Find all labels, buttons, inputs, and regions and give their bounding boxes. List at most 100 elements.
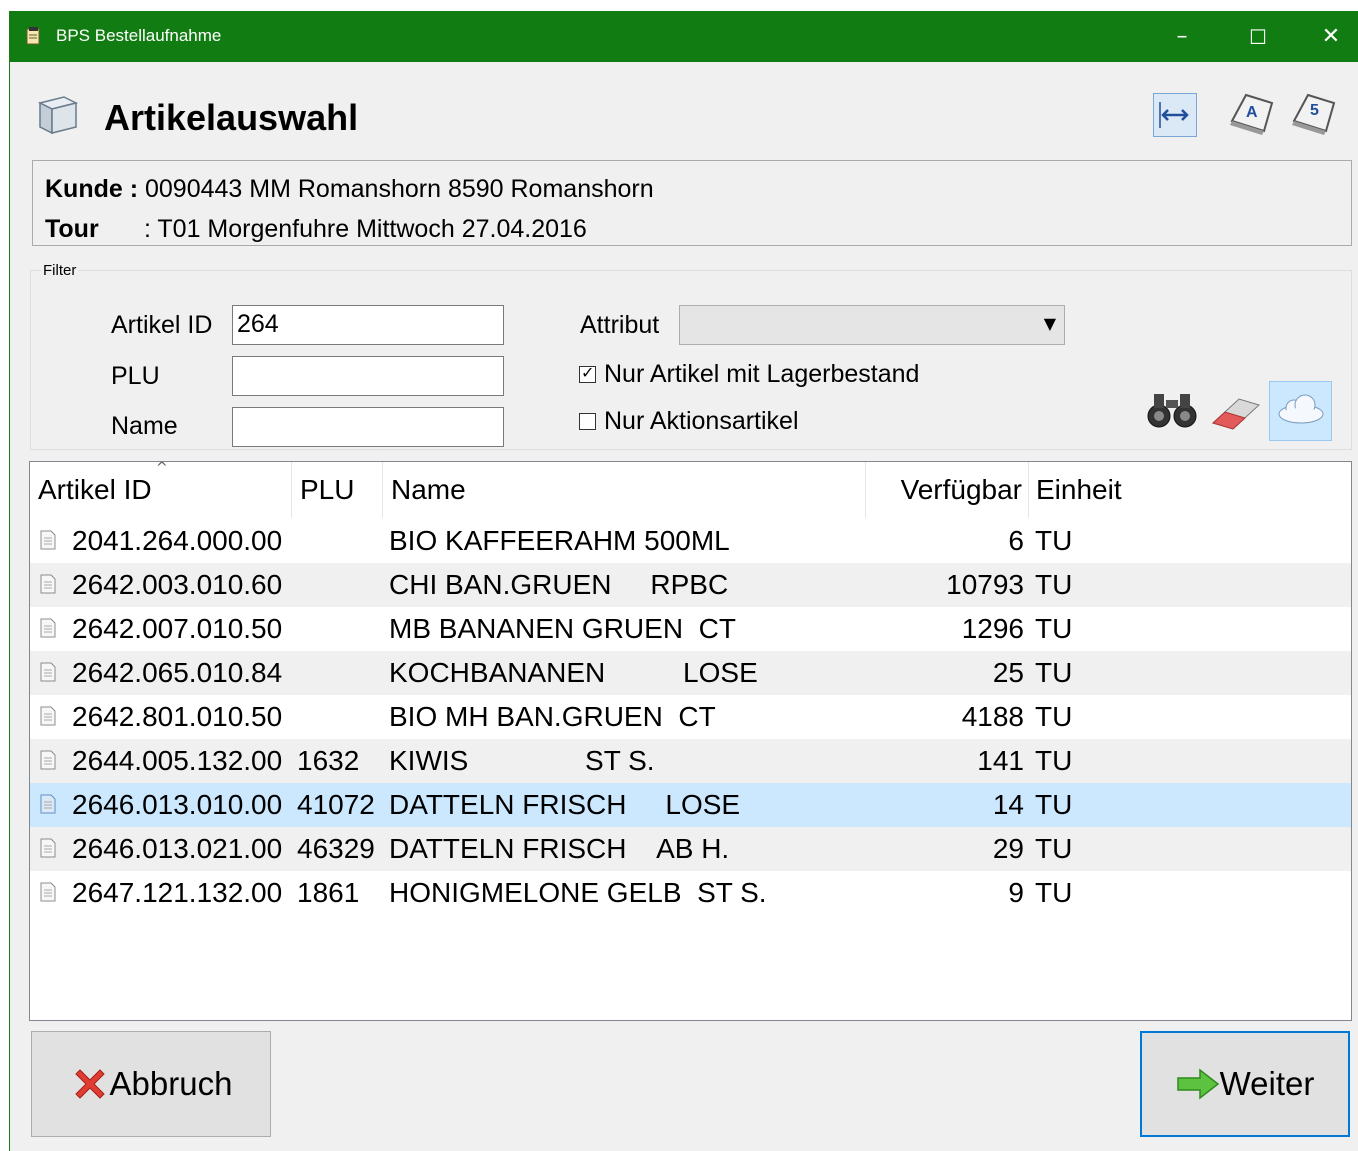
aktion-checkbox-label: Nur Aktionsartikel (604, 407, 799, 435)
name-input[interactable] (232, 407, 504, 447)
aktion-checkbox[interactable]: Nur Aktionsartikel (579, 407, 799, 436)
document-icon (40, 838, 56, 858)
arrows-horizontal-icon (1159, 102, 1189, 128)
cell-verfuegbar: 6 (1008, 525, 1024, 556)
maximize-button[interactable]: ☐ (1223, 11, 1293, 62)
filter-group: Filter Artikel ID 264 PLU Name Attribut … (30, 262, 1352, 450)
document-icon (40, 794, 56, 814)
customer-info-panel: Kunde : 0090443 MM Romanshorn 8590 Roman… (32, 160, 1352, 246)
plu-input[interactable] (232, 356, 504, 396)
eraser-icon[interactable] (1209, 391, 1263, 431)
cell-verfuegbar: 14 (992, 789, 1024, 820)
cell-verfuegbar: 4188 (961, 701, 1024, 732)
binoculars-icon[interactable] (1145, 386, 1199, 430)
close-button[interactable]: ✕ (1296, 11, 1358, 62)
cell-artikel-id: 2646.013.010.00 (72, 789, 283, 820)
cell-verfuegbar: 1296 (961, 613, 1024, 644)
document-icon (40, 882, 56, 902)
cell-name: BIO KAFFEERAHM 500ML (389, 525, 730, 556)
cell-name: BIO MH BAN.GRUEN CT (389, 701, 716, 732)
attribut-select[interactable]: ▼ (679, 305, 1065, 345)
filter-legend: Filter (41, 262, 79, 279)
chevron-down-icon: ▼ (1043, 314, 1056, 333)
window-title: BPS Bestellaufnahme (56, 26, 222, 45)
cell-einheit: TU (1035, 657, 1073, 688)
cancel-button[interactable]: Abbruch (31, 1031, 271, 1137)
aktion-checkbox-box[interactable] (579, 413, 596, 430)
cell-artikel-id: 2642.003.010.60 (72, 569, 283, 600)
tour-value: : T01 Morgenfuhre Mittwoch 27.04.2016 (143, 215, 587, 243)
cell-plu: 1632 (297, 745, 360, 776)
cell-artikel-id: 2642.007.010.50 (72, 613, 283, 644)
table-row[interactable]: 2041.264.000.00 BIO KAFFEERAHM 500ML 6 TU (30, 519, 1351, 563)
cell-artikel-id: 2646.013.021.00 (72, 833, 283, 864)
red-x-icon (74, 1069, 105, 1099)
cell-name: KIWIS ST S. (389, 745, 655, 776)
table-row[interactable]: 2644.005.132.00 1632 KIWIS ST S. 141 TU (30, 739, 1351, 783)
document-icon (40, 662, 56, 682)
document-icon (40, 706, 56, 726)
cell-verfuegbar: 29 (992, 833, 1024, 864)
table-row[interactable]: 2646.013.010.00 41072 DATTELN FRISCH LOSE 1… (30, 783, 1351, 827)
green-arrow-right-icon (1176, 1068, 1219, 1100)
cell-artikel-id: 2642.065.010.84 (72, 657, 283, 688)
page-header: Artikelauswahl A 5 (10, 62, 1358, 160)
minimize-button[interactable]: – (1147, 11, 1217, 62)
lager-checkbox[interactable]: Nur Artikel mit Lagerbestand (579, 360, 919, 389)
cell-verfuegbar: 25 (992, 657, 1024, 688)
cloud-button[interactable] (1269, 381, 1332, 441)
cell-einheit: TU (1035, 701, 1073, 732)
table-row[interactable]: 2646.013.021.00 46329 DATTELN FRISCH AB H.… (30, 827, 1351, 871)
tour-row: Tour : T01 Morgenfuhre Mittwoch 27.04.20… (45, 215, 587, 244)
cell-verfuegbar: 10793 (946, 569, 1024, 600)
cell-name: KOCHBANANEN LOSE (389, 657, 758, 688)
next-button[interactable]: Weiter (1140, 1031, 1350, 1137)
document-icon (40, 618, 56, 638)
lager-checkbox-box[interactable] (579, 363, 596, 383)
table-row[interactable]: 2642.003.010.60 CHI BAN.GRUEN RPBC 10793 TU (30, 563, 1351, 607)
cell-einheit: TU (1035, 877, 1073, 908)
app-window: BPS Bestellaufnahme – ☐ ✕ Artikelauswahl… (9, 11, 1358, 1151)
cell-name: DATTELN FRISCH LOSE (389, 789, 741, 820)
svg-text:5: 5 (1310, 102, 1319, 119)
customer-row: Kunde : 0090443 MM Romanshorn 8590 Roman… (45, 175, 654, 204)
title-bar[interactable]: BPS Bestellaufnahme – ☐ ✕ (10, 11, 1358, 62)
table-row[interactable]: 2642.007.010.50 MB BANANEN GRUEN CT 1296 TU (30, 607, 1351, 651)
column-header-artikel-id[interactable]: Artikel ID (30, 462, 292, 518)
fit-width-button[interactable] (1153, 93, 1197, 137)
cell-plu: 41072 (297, 789, 375, 820)
svg-text:A: A (1246, 104, 1258, 121)
article-list[interactable]: ^ Artikel ID PLU Name Verfügbar Einheit … (29, 461, 1352, 1021)
cell-name: MB BANANEN GRUEN CT (389, 613, 736, 644)
column-header-verfuegbar[interactable]: Verfügbar (866, 462, 1029, 518)
cell-plu: 46329 (297, 833, 375, 864)
cell-name: CHI BAN.GRUEN RPBC (389, 569, 729, 600)
column-header-name[interactable]: Name (383, 462, 866, 518)
keyboard-alpha-icon[interactable]: A (1226, 87, 1278, 139)
cell-artikel-id: 2642.801.010.50 (72, 701, 283, 732)
keyboard-numeric-icon[interactable]: 5 (1288, 87, 1340, 139)
artikel-id-input[interactable]: 264 (232, 305, 504, 345)
tour-label: Tour (45, 215, 99, 243)
table-row[interactable]: 2642.801.010.50 BIO MH BAN.GRUEN CT 4188 TU (30, 695, 1351, 739)
app-icon (26, 27, 40, 45)
cell-einheit: TU (1035, 525, 1073, 556)
cloud-icon (1278, 394, 1324, 424)
cell-name: HONIGMELONE GELB ST S. (389, 877, 767, 908)
cell-name: DATTELN FRISCH AB H. (389, 833, 730, 864)
table-row[interactable]: 2642.065.010.84 KOCHBANANEN LOSE 25 TU (30, 651, 1351, 695)
cell-verfuegbar: 9 (1008, 877, 1024, 908)
box-icon (37, 96, 79, 135)
customer-value: 0090443 MM Romanshorn 8590 Romanshorn (145, 175, 654, 203)
cell-artikel-id: 2644.005.132.00 (72, 745, 283, 776)
column-header-plu[interactable]: PLU (292, 462, 383, 518)
table-row[interactable]: 2647.121.132.00 1861 HONIGMELONE GELB ST S… (30, 871, 1351, 915)
cell-artikel-id: 2647.121.132.00 (72, 877, 283, 908)
plu-label: PLU (111, 362, 160, 390)
cancel-button-label: Abbruch (109, 1065, 233, 1102)
name-label: Name (111, 412, 178, 440)
next-button-label: Weiter (1219, 1065, 1315, 1102)
customer-label: Kunde : (45, 175, 139, 203)
column-header-einheit[interactable]: Einheit (1029, 462, 1349, 518)
cell-einheit: TU (1035, 833, 1073, 864)
